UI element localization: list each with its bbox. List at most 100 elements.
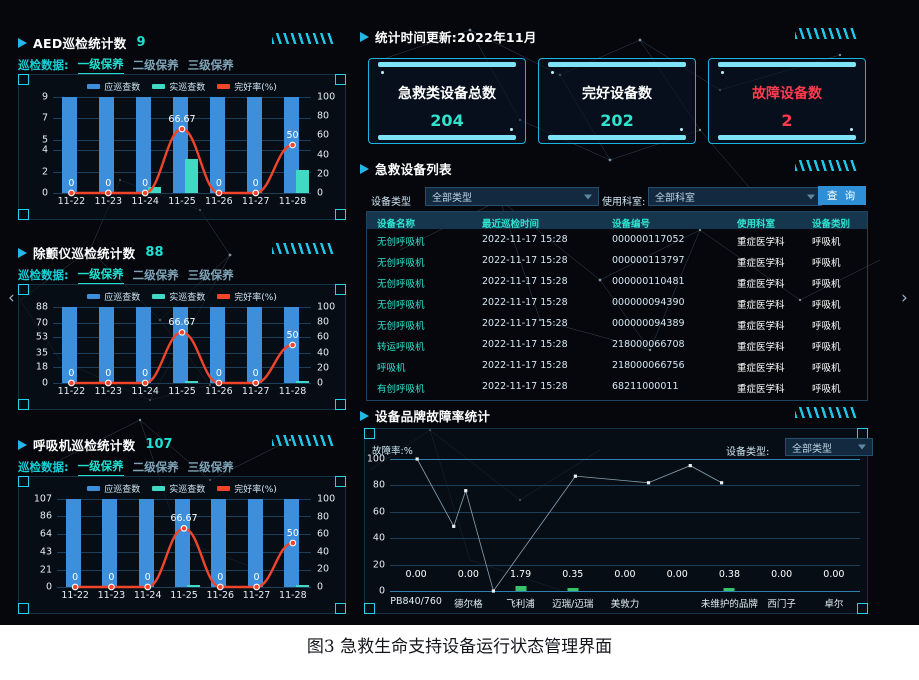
table-cell: 2022-11-17 15:28 <box>482 297 568 308</box>
legend-swatch-should <box>87 294 101 299</box>
x-axis-tick: 11-28 <box>278 196 307 207</box>
table-cell: 重症医学科 <box>737 342 785 353</box>
filter-label-dept: 使用科室: <box>602 197 646 208</box>
table-cell: 2022-11-17 15:28 <box>482 255 568 266</box>
stats-title: 统计时间更新:2022年11月 <box>375 30 537 45</box>
y-axis-tick-right: 80 <box>317 511 330 523</box>
kpi-card-fault: 故障设备数 2 <box>708 58 866 144</box>
y-axis-tick-right: 60 <box>317 331 330 343</box>
table-cell: 呼吸机 <box>812 300 841 311</box>
y-axis-tick-left: 43 <box>39 546 52 558</box>
table-cell: 呼吸机 <box>377 363 406 374</box>
y-axis-tick: 40 <box>372 532 385 544</box>
table-row[interactable]: 无创呼吸机 2022-11-17 15:28 000000110481 重症医学科 呼吸… <box>367 271 867 292</box>
tab-level-1[interactable]: 一级保养 <box>77 458 124 476</box>
y-axis-tick-left: 70 <box>35 317 48 329</box>
y-axis-tick-right: 40 <box>317 149 330 161</box>
x-axis-tick: 卓尔 <box>824 599 844 610</box>
hatch-decor <box>795 160 857 171</box>
carousel-prev-button[interactable]: ‹ <box>8 288 15 308</box>
data-point-label: 0 <box>215 178 222 189</box>
table-cell: 重症医学科 <box>737 321 785 332</box>
tab-level-2[interactable]: 二级保养 <box>133 57 179 73</box>
table-cell: 无创呼吸机 <box>377 237 425 248</box>
panel-title: AED巡检统计数 <box>33 36 127 51</box>
maintenance-tabs-ventilator: 巡检数据: 一级保养 二级保养 三级保养 <box>18 458 234 476</box>
tab-level-3[interactable]: 三级保养 <box>188 57 234 73</box>
completion-rate-line <box>68 125 296 197</box>
data-point-label: 0 <box>142 178 149 189</box>
y-axis-tick-right: 100 <box>317 301 336 313</box>
department-select[interactable]: 全部科室 <box>648 187 822 206</box>
chevron-down-icon <box>858 444 866 450</box>
chart-legend: 应巡查数 实巡查数 完好率(%) <box>19 482 345 495</box>
table-row[interactable]: 无创呼吸机 2022-11-17 15:28 000000094389 重症医学科 呼吸… <box>367 313 867 334</box>
legend-label-rate: 完好率(%) <box>234 83 277 93</box>
chart-card-defib: 应巡查数 实巡查数 完好率(%) 0 18 35 53 70 88 0 20 40 60 80 100… <box>18 284 346 410</box>
legend-label-should: 应巡查数 <box>104 485 141 495</box>
table-cell: 呼吸机 <box>812 237 841 248</box>
x-axis-tick: 11-28 <box>278 386 307 397</box>
data-point-label: 0 <box>108 572 115 583</box>
maintenance-tabs-defib: 巡检数据: 一级保养 二级保养 三级保养 <box>18 266 234 284</box>
table-cell: 重症医学科 <box>737 279 785 290</box>
tab-level-1[interactable]: 一级保养 <box>77 266 124 284</box>
panel-count: 9 <box>136 35 146 50</box>
data-label: 0.38 <box>718 569 741 580</box>
y-axis-tick-left: 88 <box>35 301 48 313</box>
filter-label-type: 设备类型 <box>371 197 411 208</box>
tab-level-3[interactable]: 三级保养 <box>188 267 234 283</box>
table-row[interactable]: 有创呼吸机 2022-11-17 15:28 68211000011 重症医学科 呼吸机 <box>367 376 867 397</box>
table-cell: 218000066756 <box>612 360 685 371</box>
triangle-icon <box>18 37 27 48</box>
table-cell: 重症医学科 <box>737 258 785 269</box>
tab-level-2[interactable]: 二级保养 <box>133 459 179 475</box>
data-point-label: 0 <box>142 368 149 379</box>
brand-type-select[interactable]: 全部类型 <box>785 438 873 456</box>
table-row[interactable]: 无创呼吸机 2022-11-17 15:28 000000113797 重症医学科 呼吸… <box>367 250 867 271</box>
y-axis-tick-left: 9 <box>41 91 48 103</box>
brand-filter-label: 设备类型: <box>726 447 770 458</box>
legend-label-rate: 完好率(%) <box>234 485 277 495</box>
data-point-label: 0 <box>217 572 224 583</box>
table-row[interactable]: 转运呼吸机 2022-11-17 15:28 218000066708 重症医学科 呼吸… <box>367 334 867 355</box>
tab-level-1[interactable]: 一级保养 <box>77 56 124 74</box>
device-list-title: 急救设备列表 <box>375 162 452 177</box>
panel-header-ventilator: 呼吸机巡检统计数 107 <box>18 435 173 454</box>
table-cell: 2022-11-17 15:28 <box>482 318 568 329</box>
table-column-header: 使用科室 <box>737 219 776 230</box>
panel-count: 88 <box>145 245 164 260</box>
tab-level-2[interactable]: 二级保养 <box>133 267 179 283</box>
data-point-label: 0 <box>215 368 222 379</box>
y-axis-tick-right: 60 <box>317 129 330 141</box>
device-type-select[interactable]: 全部类型 <box>425 187 599 206</box>
stats-header: 统计时间更新:2022年11月 <box>360 27 537 46</box>
data-point-label: 0 <box>68 178 75 189</box>
chart-legend: 应巡查数 实巡查数 完好率(%) <box>19 290 345 303</box>
y-axis-tick: 0 <box>378 585 385 597</box>
data-point-label: 0 <box>253 572 260 583</box>
table-cell: 有创呼吸机 <box>377 384 425 395</box>
data-point-label: 0 <box>72 572 79 583</box>
brand-failure-header: 设备品牌故障率统计 <box>360 406 490 425</box>
query-button[interactable]: 查 询 <box>818 186 866 205</box>
table-cell: 000000094389 <box>612 318 685 329</box>
table-row[interactable]: 无创呼吸机 2022-11-17 15:28 000000117052 重症医学科 呼吸… <box>367 229 867 250</box>
tab-level-3[interactable]: 三级保养 <box>188 459 234 475</box>
table-cell: 无创呼吸机 <box>377 279 425 290</box>
chevron-down-icon <box>584 194 592 199</box>
table-row[interactable]: 无创呼吸机 2022-11-17 15:28 000000094390 重症医学科 呼吸… <box>367 292 867 313</box>
y-axis-tick-right: 80 <box>317 110 330 122</box>
y-axis-tick-right: 40 <box>317 347 330 359</box>
y-axis-tick: 20 <box>372 559 385 571</box>
y-axis-tick-right: 20 <box>317 563 330 575</box>
table-cell: 无创呼吸机 <box>377 321 425 332</box>
y-axis-tick-left: 0 <box>45 581 52 593</box>
table-cell: 呼吸机 <box>812 342 841 353</box>
data-point-label: 66.67 <box>168 113 196 125</box>
data-label: 0.00 <box>405 569 427 580</box>
y-axis-tick: 60 <box>372 506 385 518</box>
table-cell: 转运呼吸机 <box>377 342 425 353</box>
carousel-next-button[interactable]: › <box>901 288 908 308</box>
table-row[interactable]: 呼吸机 2022-11-17 15:28 218000066756 重症医学科 呼吸机 <box>367 355 867 376</box>
